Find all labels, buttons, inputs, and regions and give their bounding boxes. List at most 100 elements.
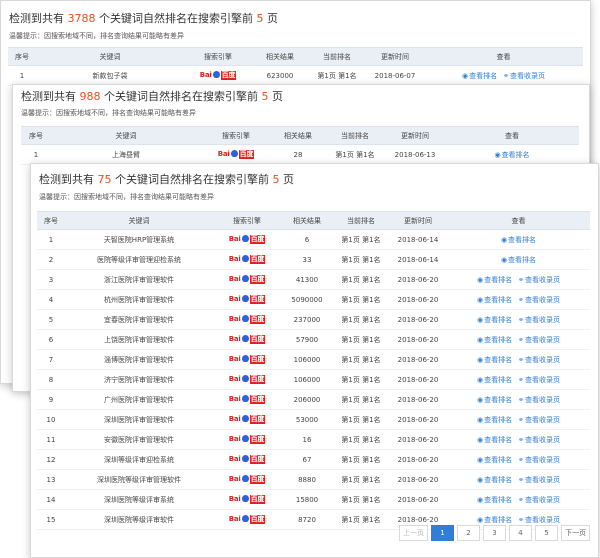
view-indexed-page-link[interactable]: ⚭查看收录页 (518, 476, 560, 484)
baidu-logo: Bai 百度 (229, 375, 266, 384)
view-rank-link[interactable]: ◉查看排名 (477, 436, 512, 444)
baidu-logo-cn: 百度 (249, 455, 266, 464)
keyword-cell: 广州医院评审管理软件 (65, 389, 213, 410)
update-time: 2018-06-20 (389, 389, 447, 410)
action-label: 查看排名 (508, 235, 537, 244)
view-indexed-page-link[interactable]: ⚭查看收录页 (518, 416, 560, 424)
page-button-3[interactable]: 3 (483, 525, 506, 541)
baidu-logo-cn: 百度 (249, 415, 266, 424)
view-indexed-page-link[interactable]: ⚭查看收录页 (518, 456, 560, 464)
view-indexed-page-link[interactable]: ⚭查看收录页 (518, 336, 560, 344)
results-count: 5090000 (281, 289, 333, 310)
results-count: 206000 (281, 389, 333, 410)
current-rank: 第1页 第1名 (308, 65, 366, 86)
row-number: 3 (37, 269, 65, 290)
paw-icon (212, 71, 220, 78)
eye-icon: ◉ (477, 335, 484, 344)
results-count: 33 (281, 249, 333, 270)
current-rank: 第1页 第1名 (333, 509, 389, 530)
column-header-0: 序号 (37, 211, 65, 230)
keyword-count: 988 (79, 90, 101, 103)
view-rank-link[interactable]: ◉查看排名 (477, 416, 512, 424)
baidu-logo-cn: 百度 (249, 275, 266, 284)
baidu-logo: Bai 百度 (229, 355, 266, 364)
view-rank-link[interactable]: ◉查看排名 (477, 496, 512, 504)
action-label: 查看排名 (484, 515, 513, 524)
baidu-logo-cn: 百度 (249, 395, 266, 404)
link-icon: ⚭ (518, 475, 524, 484)
current-rank: 第1页 第1名 (333, 269, 389, 290)
prev-page-button[interactable]: 上一页 (399, 525, 428, 541)
table-row: 7 淄博医院评审管理软件 Bai 百度 106000 第1页 第1名 2018-06-20 ◉… (37, 349, 590, 370)
keyword-cell: 浙江医院评审管理软件 (65, 269, 213, 290)
action-label: 查看收录页 (524, 355, 560, 364)
keyword-cell: 医院等级评审管理迎检系统 (65, 249, 213, 270)
view-rank-link[interactable]: ◉查看排名 (477, 316, 512, 324)
page-button-5[interactable]: 5 (535, 525, 558, 541)
current-rank: 第1页 第1名 (333, 469, 389, 490)
pagination: 上一页 12345 下一页 (399, 525, 590, 541)
baidu-logo-cn: 百度 (249, 235, 266, 244)
keyword-count: 3788 (67, 12, 96, 25)
view-indexed-page-link[interactable]: ⚭查看收录页 (518, 276, 560, 284)
view-indexed-page-link[interactable]: ⚭查看收录页 (518, 516, 560, 524)
paw-icon (241, 355, 249, 362)
column-header-5: 更新时间 (385, 126, 445, 145)
view-rank-link[interactable]: ◉查看排名 (477, 456, 512, 464)
baidu-logo: Bai 百度 (218, 150, 255, 159)
search-engine-cell: Bai 百度 (213, 309, 281, 330)
panel-title: 检测到共有 75 个关键词自然排名在搜索引擎前 5 页 (39, 171, 294, 187)
results-count: 106000 (281, 369, 333, 390)
update-time: 2018-06-20 (389, 449, 447, 470)
view-rank-link[interactable]: ◉查看排名 (477, 396, 512, 404)
table-row: 11 安徽医院评审管理软件 Bai 百度 16 第1页 第1名 2018-06-20 ◉查看排… (37, 429, 590, 450)
title-suffix: 页 (267, 12, 278, 25)
baidu-logo: Bai 百度 (229, 295, 266, 304)
paw-icon (241, 395, 249, 402)
view-indexed-page-link[interactable]: ⚭查看收录页 (518, 296, 560, 304)
view-indexed-page-link[interactable]: ⚭查看收录页 (518, 316, 560, 324)
next-page-button[interactable]: 下一页 (561, 525, 590, 541)
view-rank-link[interactable]: ◉查看排名 (462, 72, 497, 80)
view-rank-link[interactable]: ◉查看排名 (477, 276, 512, 284)
view-rank-link[interactable]: ◉查看排名 (477, 476, 512, 484)
baidu-logo-text: Bai (228, 495, 241, 503)
update-time: 2018-06-20 (389, 489, 447, 510)
results-count: 106000 (281, 349, 333, 370)
page-button-2[interactable]: 2 (457, 525, 480, 541)
view-indexed-page-link[interactable]: ⚭查看收录页 (518, 396, 560, 404)
search-engine-cell: Bai 百度 (213, 329, 281, 350)
view-rank-link[interactable]: ◉查看排名 (501, 236, 536, 244)
baidu-logo-cn: 百度 (249, 435, 266, 444)
view-rank-link[interactable]: ◉查看排名 (477, 376, 512, 384)
baidu-logo-text: Bai (228, 315, 241, 323)
eye-icon: ◉ (477, 315, 484, 324)
view-rank-link[interactable]: ◉查看排名 (501, 256, 536, 264)
table-row: 1 上海昼臂 Bai 百度 28 第1页 第1名 2018-06-13 ◉查看排名 (21, 144, 579, 165)
baidu-logo-cn: 百度 (220, 71, 237, 80)
page-button-1[interactable]: 1 (431, 525, 454, 541)
link-icon: ⚭ (518, 415, 524, 424)
view-rank-link[interactable]: ◉查看排名 (477, 336, 512, 344)
row-number: 11 (37, 429, 65, 450)
view-rank-link[interactable]: ◉查看排名 (477, 296, 512, 304)
current-rank: 第1页 第1名 (333, 409, 389, 430)
search-engine-cell: Bai 百度 (213, 369, 281, 390)
view-indexed-page-link[interactable]: ⚭查看收录页 (503, 72, 545, 80)
column-header-4: 当前排名 (308, 47, 366, 66)
baidu-logo-text: Bai (228, 235, 241, 243)
view-rank-link[interactable]: ◉查看排名 (494, 151, 529, 159)
current-rank: 第1页 第1名 (333, 309, 389, 330)
baidu-logo-cn: 百度 (249, 315, 266, 324)
update-time: 2018-06-20 (389, 349, 447, 370)
paw-icon (241, 475, 249, 482)
row-number: 10 (37, 409, 65, 430)
view-indexed-page-link[interactable]: ⚭查看收录页 (518, 496, 560, 504)
view-rank-link[interactable]: ◉查看排名 (477, 356, 512, 364)
view-indexed-page-link[interactable]: ⚭查看收录页 (518, 376, 560, 384)
page-button-4[interactable]: 4 (509, 525, 532, 541)
baidu-logo-text: Bai (228, 415, 241, 423)
view-indexed-page-link[interactable]: ⚭查看收录页 (518, 436, 560, 444)
view-rank-link[interactable]: ◉查看排名 (477, 516, 512, 524)
view-indexed-page-link[interactable]: ⚭查看收录页 (518, 356, 560, 364)
